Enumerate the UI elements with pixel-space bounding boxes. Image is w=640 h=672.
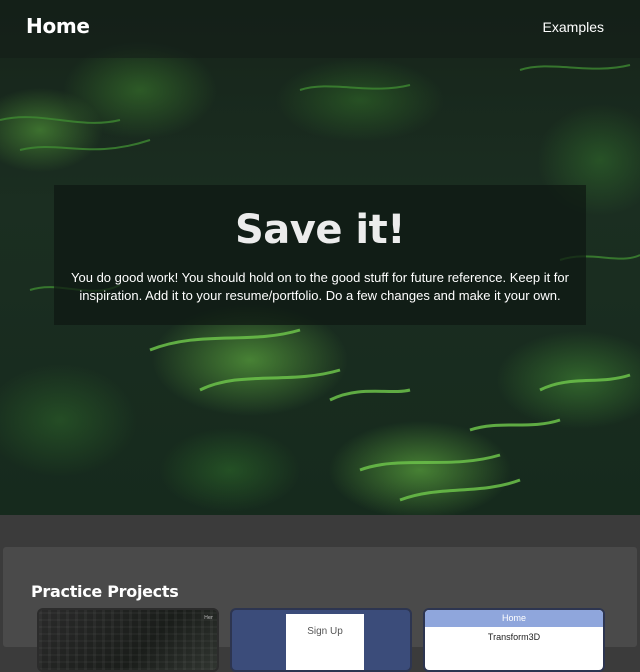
hero-description: You do good work! You should hold on to … (71, 270, 569, 303)
home-link[interactable]: Home (26, 14, 90, 38)
signup-label: Sign Up (307, 626, 343, 637)
card-header-label: Home (501, 613, 526, 623)
card-sub-label: Transform3D (487, 632, 541, 642)
project-card-signup[interactable]: Sign Up (230, 608, 412, 672)
practice-projects-section: Practice Projects Her Sign Up Home Trans… (3, 547, 637, 672)
card-tag: Her (204, 615, 213, 621)
project-card-transform3d[interactable]: Home Transform3D (423, 608, 605, 672)
hero-panel: Save it! You do good work! You should ho… (54, 185, 586, 325)
navbar: Home Examples (0, 0, 640, 58)
section-title: Practice Projects (31, 582, 179, 601)
signup-panel: Sign Up (286, 614, 364, 670)
examples-link[interactable]: Examples (543, 19, 604, 35)
card-thumbnail (39, 610, 217, 670)
project-card-1[interactable]: Her (37, 608, 219, 672)
hero-background: Home Examples Save it! You do good work!… (0, 0, 640, 515)
hero-title: Save it! (234, 207, 406, 253)
card-header-bar: Home (425, 610, 603, 627)
